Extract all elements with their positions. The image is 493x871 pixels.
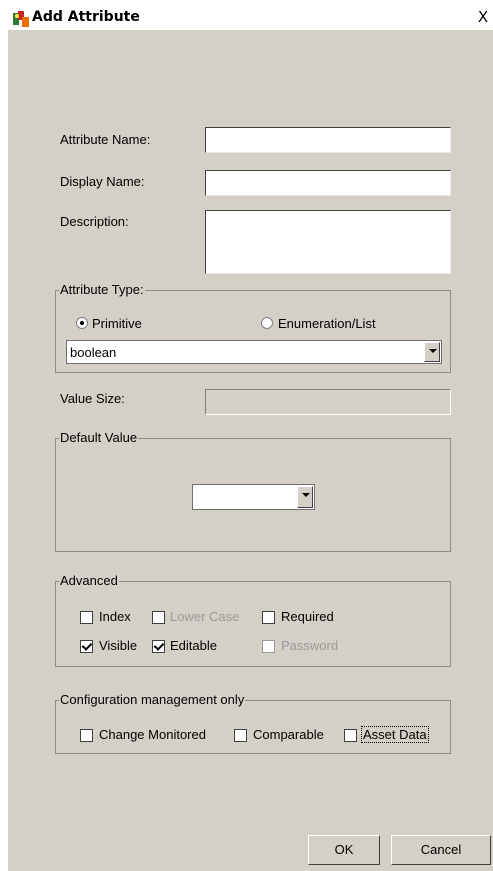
advanced-title: Advanced: [59, 573, 119, 588]
default-value-group: Default Value: [55, 430, 451, 552]
password-checkbox[interactable]: [262, 640, 275, 653]
attribute-type-group: Attribute Type: Primitive Enumeration/Li…: [55, 282, 451, 373]
chevron-down-icon[interactable]: [424, 342, 440, 362]
value-size-input[interactable]: [205, 389, 451, 415]
window-title: Add Attribute: [32, 9, 140, 25]
description-label: Description:: [60, 214, 129, 229]
editable-checkbox[interactable]: [152, 640, 165, 653]
required-label: Required: [281, 609, 334, 624]
index-label: Index: [99, 609, 131, 624]
change-monitored-checkbox[interactable]: [80, 729, 93, 742]
password-label: Password: [281, 638, 339, 653]
dialog-body: Attribute Name: Display Name: Descriptio…: [8, 30, 493, 871]
attribute-type-value: boolean: [70, 345, 117, 360]
display-name-label: Display Name:: [60, 174, 145, 189]
value-size-label: Value Size:: [60, 391, 125, 406]
add-attribute-dialog: Add Attribute X Attribute Name: Display …: [0, 0, 493, 871]
primitive-radio[interactable]: [76, 317, 88, 329]
attribute-type-select[interactable]: boolean: [66, 340, 442, 364]
attribute-type-title: Attribute Type:: [59, 282, 145, 297]
attribute-name-label: Attribute Name:: [60, 132, 151, 147]
chevron-down-icon[interactable]: [297, 486, 313, 508]
advanced-group: Advanced Index Lower Case Required Visib…: [55, 573, 451, 667]
lower-case-checkbox[interactable]: [152, 611, 165, 624]
index-checkbox[interactable]: [80, 611, 93, 624]
visible-checkbox[interactable]: [80, 640, 93, 653]
ok-button[interactable]: OK: [308, 835, 380, 865]
default-value-select[interactable]: [192, 484, 315, 510]
comparable-checkbox[interactable]: [234, 729, 247, 742]
required-checkbox[interactable]: [262, 611, 275, 624]
primitive-label: Primitive: [92, 316, 142, 331]
cancel-button[interactable]: Cancel: [391, 835, 491, 865]
config-management-group: Configuration management only Change Mon…: [55, 692, 451, 754]
change-monitored-label: Change Monitored: [99, 727, 206, 742]
title-bar: Add Attribute X: [0, 0, 493, 30]
app-icon: [13, 11, 29, 27]
close-button[interactable]: X: [475, 8, 491, 26]
editable-label: Editable: [170, 638, 217, 653]
config-management-title: Configuration management only: [59, 692, 246, 707]
visible-label: Visible: [99, 638, 138, 653]
comparable-label: Comparable: [253, 727, 324, 742]
attribute-name-input[interactable]: [205, 127, 451, 153]
default-value-title: Default Value: [59, 430, 139, 445]
display-name-input[interactable]: [205, 170, 451, 196]
description-textarea[interactable]: [205, 210, 451, 274]
lower-case-label: Lower Case: [170, 609, 240, 624]
enumeration-radio[interactable]: [261, 317, 273, 329]
asset-data-label: Asset Data: [361, 726, 429, 743]
asset-data-checkbox[interactable]: [344, 729, 357, 742]
enumeration-label: Enumeration/List: [278, 316, 376, 331]
